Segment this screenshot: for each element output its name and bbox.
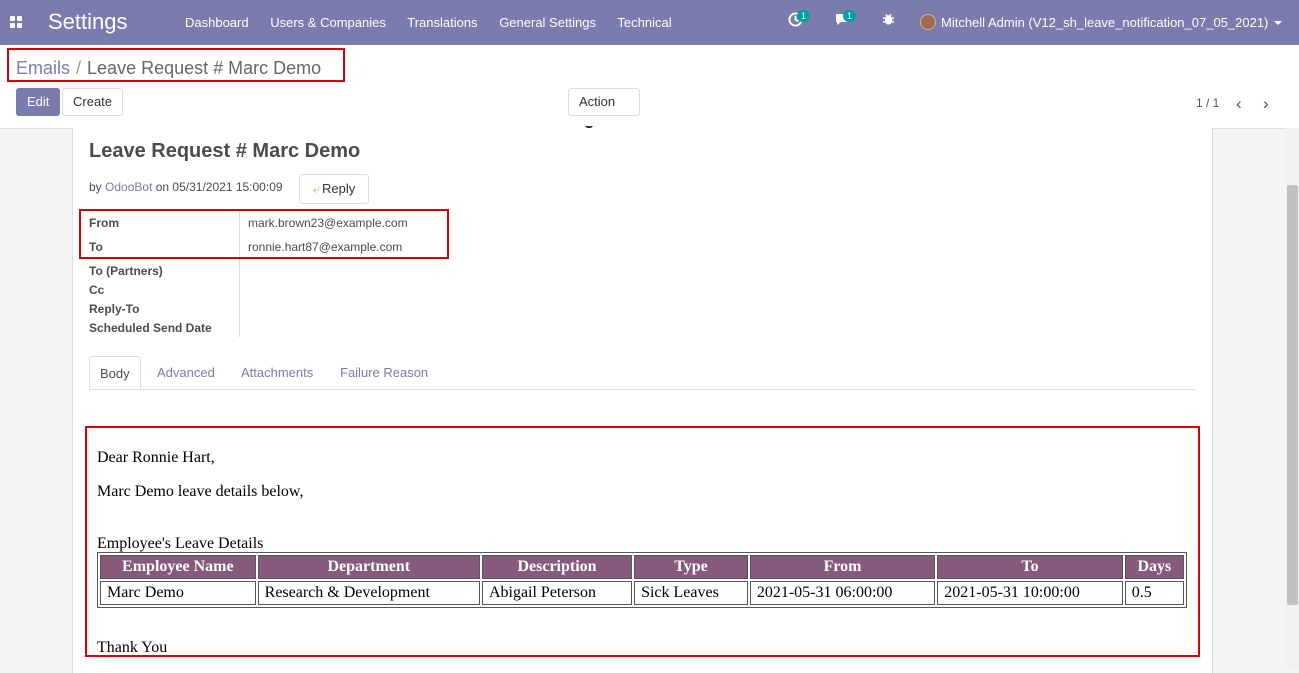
field-separator — [239, 212, 240, 337]
tab-failure-reason[interactable]: Failure Reason — [330, 356, 438, 389]
reply-arrow-icon: ⤶ — [312, 181, 321, 196]
from-value: mark.brown23@example.com — [248, 216, 408, 230]
column-header: Type — [634, 555, 748, 579]
action-label: Action — [579, 94, 616, 109]
mail-meta: by OdooBot on 05/31/2021 15:00:09 — [89, 180, 283, 194]
leave-details-table: Employee Name Department Description Typ… — [97, 552, 1187, 608]
email-intro: Marc Demo leave details below, — [97, 483, 304, 500]
activity-count-badge: 1 — [797, 10, 811, 22]
meta-by: by — [89, 180, 102, 194]
reply-button[interactable]: ⤶ Reply — [299, 174, 369, 204]
breadcrumb-current: Leave Request # Marc Demo — [87, 58, 322, 78]
user-name: Mitchell Admin (V12_sh_leave_notificatio… — [941, 15, 1269, 30]
pager-previous-icon[interactable]: ‹ — [1236, 94, 1242, 114]
table-header-row: Employee Name Department Description Typ… — [100, 555, 1184, 579]
scheduled-send-date-label: Scheduled Send Date — [89, 321, 212, 335]
user-menu[interactable]: Mitchell Admin (V12_sh_leave_notificatio… — [920, 14, 1283, 30]
table-row: Marc Demo Research & Development Abigail… — [100, 581, 1184, 605]
menu-translations[interactable]: Translations — [407, 15, 477, 30]
menu-general-settings[interactable]: General Settings — [499, 15, 596, 30]
messages-icon[interactable]: 1 — [834, 10, 857, 31]
caret-down-icon — [1274, 21, 1283, 25]
table-cell: Research & Development — [257, 581, 480, 605]
tab-body[interactable]: Body — [89, 356, 141, 389]
table-cell: 2021-05-31 10:00:00 — [937, 581, 1123, 605]
control-panel: Emails / Leave Request # Marc Demo Edit Cr… — [0, 45, 1299, 130]
column-header: Description — [481, 555, 633, 579]
top-navbar: Settings Dashboard Users & Companies Tra… — [0, 0, 1299, 45]
column-header: To — [937, 555, 1123, 579]
notebook-tabs: Body Advanced Attachments Failure Reason — [89, 356, 1195, 390]
activity-icon[interactable]: 1 — [788, 10, 811, 31]
column-header: From — [749, 555, 936, 579]
to-label: To — [89, 240, 103, 254]
column-header: Days — [1124, 555, 1184, 579]
menu-technical[interactable]: Technical — [617, 15, 671, 30]
menu-users-companies[interactable]: Users & Companies — [270, 15, 386, 30]
tab-attachments[interactable]: Attachments — [231, 356, 323, 389]
user-avatar — [920, 14, 936, 30]
table-cell: Sick Leaves — [634, 581, 748, 605]
tab-advanced[interactable]: Advanced — [147, 356, 225, 389]
meta-date: on 05/31/2021 15:00:09 — [155, 180, 283, 194]
create-button[interactable]: Create — [62, 88, 124, 116]
table-cell: Abigail Peterson — [481, 581, 633, 605]
mail-subject: Leave Request # Marc Demo — [89, 140, 361, 162]
to-value: ronnie.hart87@example.com — [248, 240, 403, 254]
column-header: Employee Name — [100, 555, 256, 579]
reply-label: Reply — [322, 181, 356, 196]
main-menu: Dashboard Users & Companies Translations… — [185, 15, 690, 30]
reply-to-label: Reply-To — [89, 302, 140, 316]
table-cell: Marc Demo — [100, 581, 256, 605]
pager-value: 1 / 1 — [1196, 96, 1220, 110]
breadcrumb-emails-link[interactable]: Emails — [16, 58, 70, 78]
from-label: From — [89, 216, 119, 230]
app-title: Settings — [48, 9, 128, 34]
email-table-title: Employee's Leave Details — [97, 535, 264, 552]
breadcrumb: Emails / Leave Request # Marc Demo — [16, 58, 321, 79]
author-link[interactable]: OdooBot — [105, 180, 152, 194]
email-greeting: Dear Ronnie Hart, — [97, 449, 215, 466]
column-header: Department — [257, 555, 480, 579]
scrollbar-thumb[interactable] — [1287, 185, 1298, 605]
action-dropdown[interactable]: Action — [568, 88, 640, 130]
apps-menu-icon[interactable] — [10, 16, 22, 28]
menu-dashboard[interactable]: Dashboard — [185, 15, 249, 30]
table-cell: 0.5 — [1124, 581, 1184, 605]
edit-button[interactable]: Edit — [16, 88, 61, 116]
table-cell: 2021-05-31 06:00:00 — [749, 581, 936, 605]
cc-label: Cc — [89, 283, 105, 297]
breadcrumb-separator: / — [76, 58, 82, 78]
to-partners-label: To (Partners) — [89, 264, 163, 278]
pager-next-icon[interactable]: › — [1263, 94, 1269, 114]
messages-count-badge: 1 — [843, 10, 857, 22]
email-closing: Thank You — [97, 639, 168, 656]
debug-bug-icon[interactable] — [882, 12, 895, 30]
